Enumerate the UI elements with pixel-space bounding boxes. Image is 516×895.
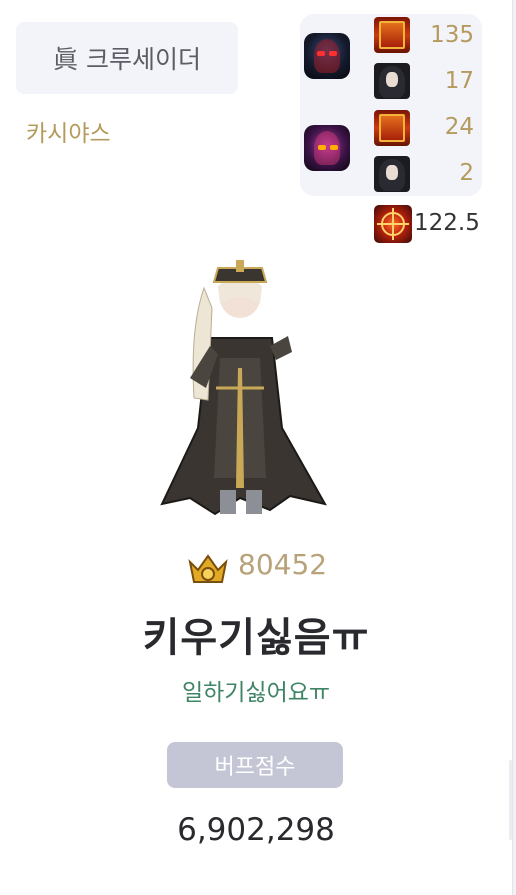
character-name: 키우기싫음ㅠ — [142, 615, 370, 661]
boss2-item-count: 24 — [444, 114, 474, 140]
class-badge: 眞 크루세이더 — [16, 22, 238, 94]
crit-value: 122.5 — [414, 210, 480, 236]
character-card[interactable]: 眞 크루세이더 카시야스 135 17 24 2 122.5 80452 키우기… — [0, 0, 513, 895]
buff-score-label: 버프점수 — [167, 742, 343, 788]
dark-knight-boss-icon — [304, 33, 350, 79]
boss1-item-count: 135 — [430, 22, 474, 48]
crosshair-icon — [374, 205, 412, 243]
boss2-clear-count: 2 — [459, 160, 474, 186]
character-avatar[interactable] — [120, 228, 360, 528]
buff-score-label-text: 버프점수 — [214, 755, 296, 780]
scrollbar[interactable] — [509, 760, 512, 840]
fame-value: 80452 — [238, 548, 328, 581]
guild-name[interactable]: 일하기싫어요ㅠ — [0, 673, 512, 707]
class-name: 眞 크루세이더 — [53, 45, 201, 74]
purple-demon-boss-icon — [304, 125, 350, 171]
server-name: 카시야스 — [26, 121, 111, 147]
buff-score-value: 6,902,298 — [177, 812, 335, 848]
boss1-clear-count: 17 — [444, 68, 474, 94]
gold-emblem-icon — [188, 554, 228, 583]
